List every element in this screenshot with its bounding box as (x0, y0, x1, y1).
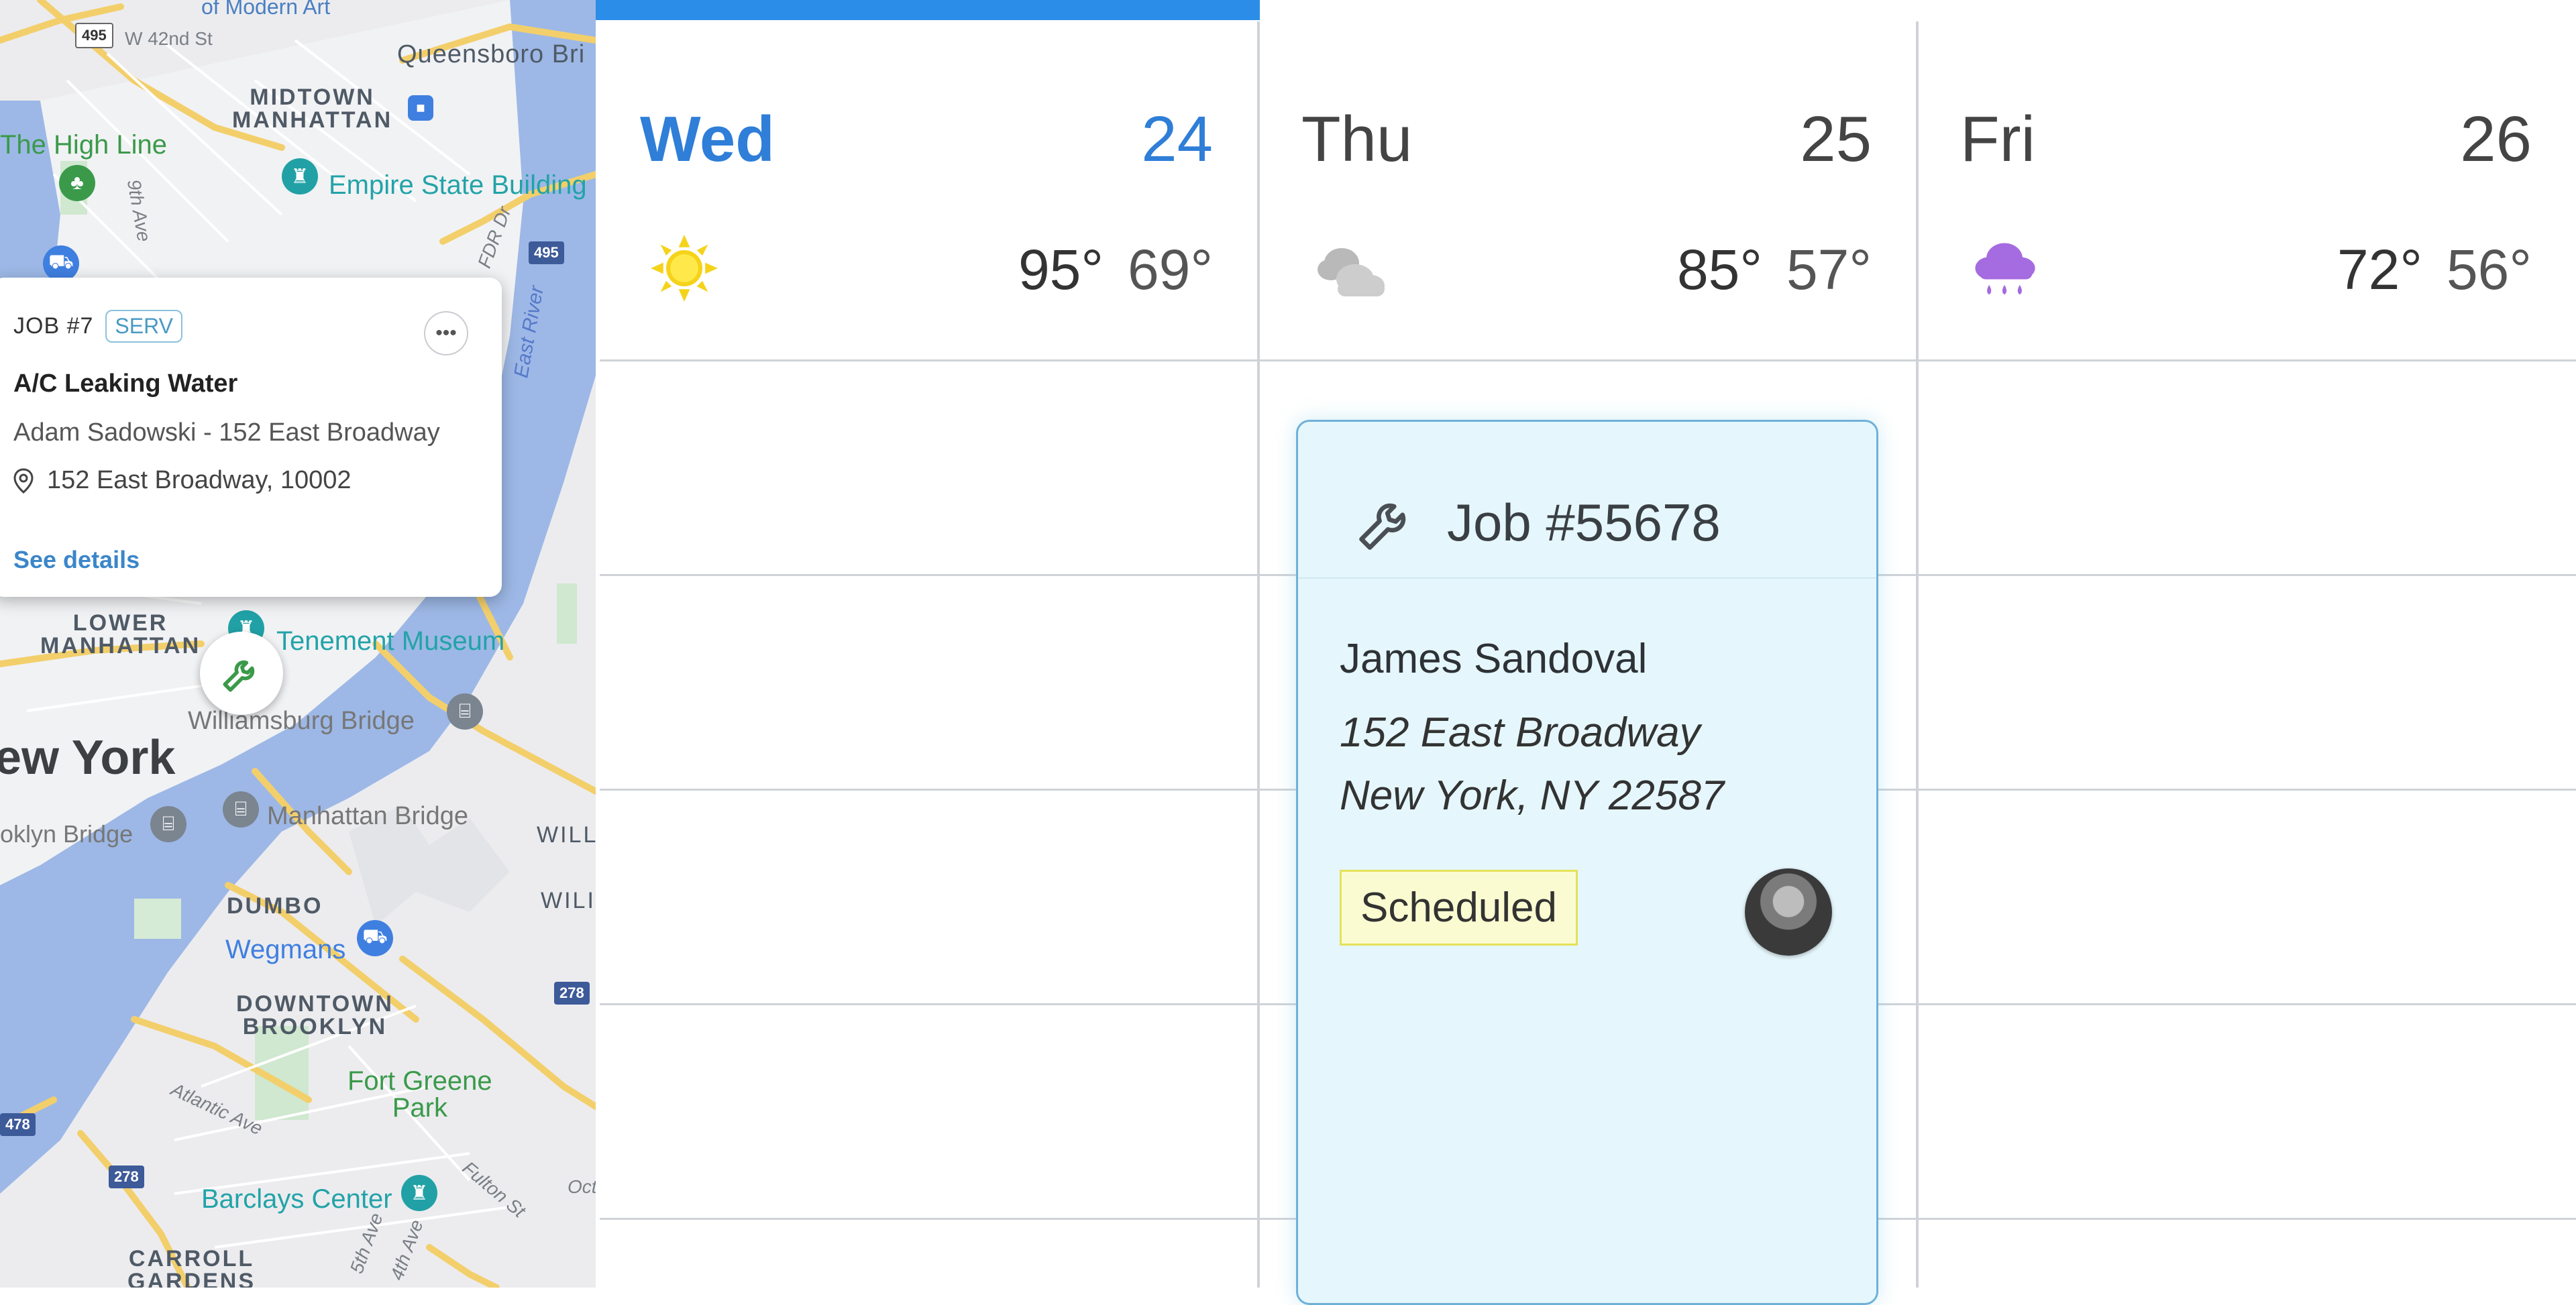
day-header-fri[interactable]: Fri 26 72° 56° (1916, 0, 2576, 359)
map-label-oct: Oct (568, 1176, 596, 1197)
day-number: 26 (2460, 103, 2532, 175)
map-label-tenement: Tenement Museum (276, 626, 505, 656)
temp-low: 56° (2446, 238, 2532, 301)
job-location-marker[interactable] (200, 632, 283, 715)
highway-shield: 278 (554, 982, 590, 1005)
map-label-brooklyn-bridge: oklyn Bridge (0, 820, 133, 848)
map-label-dumbo: DUMBO (227, 893, 323, 919)
job-card-header: Job #55678 (1353, 489, 1721, 556)
job-event-card[interactable]: Job #55678 James Sandoval 152 East Broad… (1296, 420, 1878, 1305)
address-line-1: 152 East Broadway (1340, 710, 1701, 756)
transit-icon[interactable]: ■ (408, 95, 433, 121)
shopping-pin-icon[interactable]: ⛟ (43, 245, 79, 282)
bridge-pin-icon[interactable]: ⌸ (223, 791, 259, 828)
wrench-icon (223, 660, 255, 692)
temp-low: 57° (1786, 238, 1872, 301)
map-label-wili: WILI (541, 888, 596, 913)
map-label-highline: The High Line (0, 130, 168, 160)
cloud-icon (1318, 248, 1385, 296)
address-line-2: New York, NY 22587 (1340, 773, 1725, 819)
park-pin-icon[interactable]: ♣ (59, 165, 95, 201)
sun-icon (651, 235, 718, 302)
day-number: 24 (1141, 103, 1213, 175)
map-label-museum: of Modern Art (201, 0, 331, 19)
map-panel[interactable]: of Modern Art W 42nd St Queensboro Bri M… (0, 0, 596, 1288)
map-label-empire: Empire State Building (329, 170, 587, 200)
temp-high: 95° (1018, 238, 1104, 301)
see-details-link[interactable]: See details (13, 546, 502, 574)
map-label-manhattan-bridge: Manhattan Bridge (267, 802, 468, 830)
day-name: Fri (1960, 103, 2035, 175)
popup-job-number: JOB #7 (13, 313, 94, 339)
day-name: Wed (640, 103, 775, 175)
job-card-title: Job #55678 (1447, 492, 1721, 552)
landmark-pin-icon[interactable]: ♜ (282, 158, 318, 194)
highway-shield: 478 (0, 1113, 36, 1136)
popup-client-line: Adam Sadowski - 152 East Broadway (13, 418, 440, 447)
highway-shield: 278 (109, 1166, 144, 1188)
day-header-thu[interactable]: Thu 25 85° 57° (1257, 0, 1916, 359)
technician-avatar[interactable] (1745, 868, 1832, 956)
map-label-queensboro: Queensboro Bri (397, 40, 586, 68)
wrench-icon (1359, 503, 1406, 550)
temp-low: 69° (1127, 238, 1213, 301)
map-label-barclays: Barclays Center (201, 1184, 392, 1214)
temperature-range: 85° 57° (1677, 241, 1872, 298)
temperature-range: 95° 69° (1018, 241, 1213, 298)
location-pin-icon (13, 467, 34, 494)
calendar-week-view: Wed 24 95° 69° Thu 25 85° 57° Fri 26 72°… (596, 0, 2576, 1305)
map-label-williamsburg: Williamsburg Bridge (188, 707, 415, 735)
day-name: Thu (1301, 103, 1413, 175)
rain-icon (1975, 243, 2035, 295)
bridge-pin-icon[interactable]: ⌸ (447, 693, 483, 730)
map-label-wegmans: Wegmans (225, 935, 346, 964)
map-label-downtown-brooklyn: DOWNTOWN BROOKLYN (236, 991, 394, 1039)
status-badge: Scheduled (1340, 870, 1578, 946)
popup-job-title: A/C Leaking Water (13, 370, 238, 398)
day-number: 25 (1800, 103, 1872, 175)
job-popup-card[interactable]: JOB #7 SERV ••• A/C Leaking Water Adam S… (0, 278, 502, 597)
job-card-divider (1298, 577, 1876, 579)
popup-address: 152 East Broadway, 10002 (47, 466, 352, 494)
map-label-city: ew York (0, 731, 176, 785)
temp-high: 72° (2337, 238, 2422, 301)
map-label-fort-greene: Fort Greene Park (347, 1066, 492, 1123)
map-label-lower-manhattan: LOWER MANHATTAN (40, 610, 201, 659)
customer-name: James Sandoval (1340, 636, 1648, 682)
map-label-carroll: CARROLL GARDENS (127, 1246, 256, 1288)
bridge-pin-icon[interactable]: ⌸ (150, 806, 186, 842)
highway-shield: 495 (75, 23, 113, 48)
temp-high: 85° (1676, 238, 1762, 301)
row-divider (600, 359, 2576, 361)
stadium-pin-icon[interactable]: ♜ (401, 1175, 437, 1211)
popup-address-row: 152 East Broadway, 10002 (13, 466, 502, 495)
service-badge: SERV (105, 310, 182, 343)
day-header-wed[interactable]: Wed 24 95° 69° (596, 0, 1257, 359)
more-options-button[interactable]: ••• (424, 311, 468, 355)
temperature-range: 72° 56° (2337, 241, 2532, 298)
shopping-pin-icon[interactable]: ⛟ (357, 920, 393, 956)
map-label-midtown: MIDTOWN MANHATTAN (232, 84, 393, 133)
map-label-street: W 42nd St (125, 28, 213, 49)
map-label-will: WILL (537, 822, 596, 848)
highway-shield: 495 (529, 241, 564, 264)
